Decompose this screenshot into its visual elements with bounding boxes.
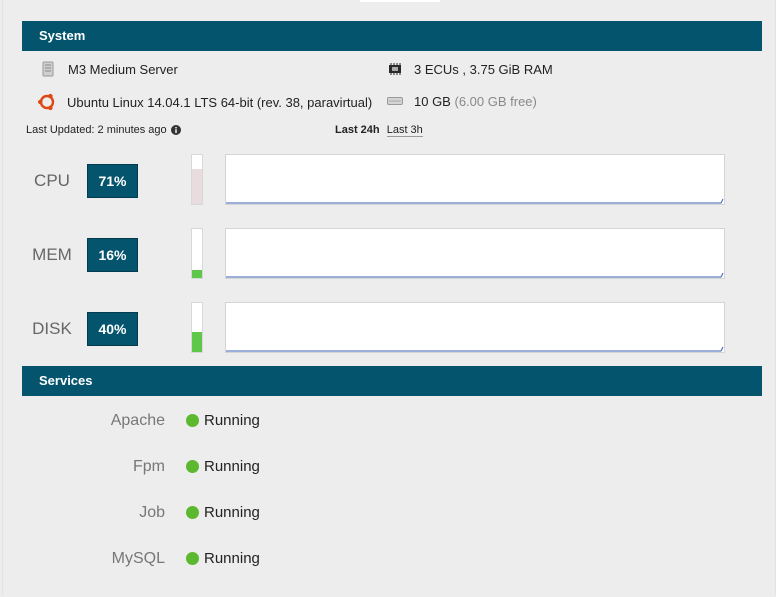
services-header-title: Services <box>39 373 93 388</box>
graph-line <box>226 346 724 352</box>
time-range-selector: Last 24h Last 3h <box>335 124 423 137</box>
service-status-text: Running <box>204 550 260 567</box>
server-type-text: M3 Medium Server <box>68 61 178 77</box>
metric-graph-cpu <box>225 154 725 205</box>
cpu-ram-text: 3 ECUs , 3.75 GiB RAM <box>414 61 553 77</box>
disk-free-text: (6.00 GB free) <box>454 93 537 109</box>
service-name: Apache <box>110 412 165 429</box>
metric-level-bar-cpu <box>191 154 203 205</box>
service-status: Running <box>186 412 260 429</box>
ubuntu-logo-icon <box>38 93 56 111</box>
service-status: Running <box>186 504 260 521</box>
graph-trace <box>226 198 724 204</box>
info-circle-icon[interactable] <box>170 125 181 135</box>
metric-badge-mem: 16% <box>87 238 138 272</box>
os-text: Ubuntu Linux 14.04.1 LTS 64-bit (rev. 38… <box>67 94 373 110</box>
os-row: Ubuntu Linux 14.04.1 LTS 64-bit (rev. 38… <box>38 93 372 111</box>
disk-icon <box>387 93 403 109</box>
metric-level-fill-mem <box>192 270 202 278</box>
service-status-text: Running <box>204 458 260 475</box>
server-icon <box>40 61 56 77</box>
last-updated-text: Last Updated: 2 minutes ago <box>26 124 167 136</box>
metric-level-bar-disk <box>191 302 203 353</box>
metric-label-disk: DISK <box>32 319 72 338</box>
metric-label-cpu: CPU <box>34 171 70 190</box>
status-dot-icon <box>186 552 199 565</box>
system-header-title: System <box>39 28 86 43</box>
metric-badge-disk: 40% <box>87 312 138 346</box>
disk-row: 10 GB (6.00 GB free) <box>387 93 537 109</box>
service-status-text: Running <box>204 504 260 521</box>
service-name: MySQL <box>111 550 165 567</box>
service-status-text: Running <box>204 412 260 429</box>
cpu-ram-row: 3 ECUs , 3.75 GiB RAM <box>387 61 553 77</box>
last-updated: Last Updated: 2 minutes ago <box>26 124 181 136</box>
service-name: Job <box>139 504 165 521</box>
graph-trace <box>226 346 724 352</box>
graph-trace <box>226 272 724 278</box>
disk-size-text: 10 GB <box>414 93 451 109</box>
system-section-header: System <box>22 21 762 51</box>
chip-icon <box>387 61 403 77</box>
metric-graph-disk <box>225 302 725 353</box>
metric-level-bar-mem <box>191 228 203 279</box>
graph-line <box>226 198 724 204</box>
server-type-row: M3 Medium Server <box>40 61 178 77</box>
metric-badge-cpu: 71% <box>87 164 138 198</box>
service-name: Fpm <box>133 458 165 475</box>
metric-level-fill-disk <box>192 332 202 352</box>
range-option-3h[interactable]: Last 3h <box>386 124 423 137</box>
service-status: Running <box>186 550 260 567</box>
services-section-header: Services <box>22 366 762 396</box>
service-status: Running <box>186 458 260 475</box>
status-dot-icon <box>186 414 199 427</box>
graph-line <box>226 272 724 278</box>
metric-graph-mem <box>225 228 725 279</box>
top-tab <box>360 0 440 2</box>
status-dot-icon <box>186 506 199 519</box>
status-dot-icon <box>186 460 199 473</box>
range-option-24h[interactable]: Last 24h <box>335 124 380 136</box>
metric-level-fill-cpu <box>192 169 202 204</box>
metric-label-mem: MEM <box>32 245 72 264</box>
